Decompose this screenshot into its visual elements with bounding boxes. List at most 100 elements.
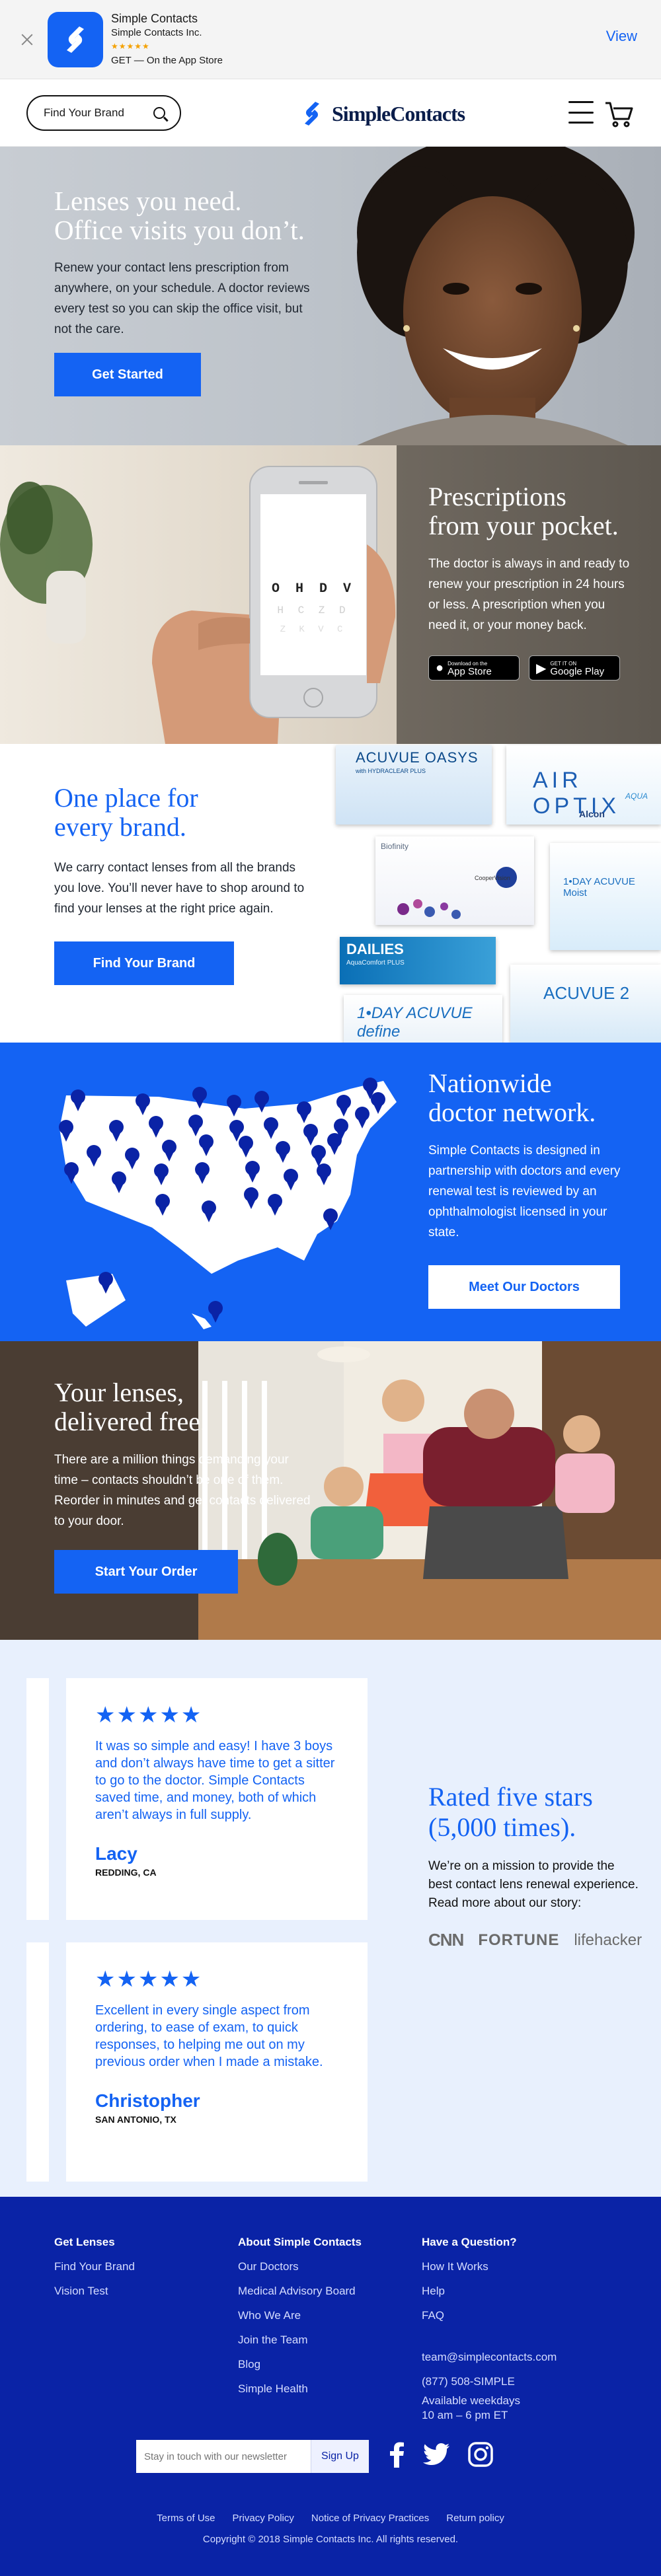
product-box-acuvue-define[interactable]: 1•DAY ACUVUE define (344, 995, 502, 1043)
legal-link[interactable]: Terms of Use (157, 2513, 215, 2524)
hero-copy: Lenses you need. Office visits you don’t… (54, 186, 319, 396)
logo-mark-icon (305, 102, 319, 126)
footer-col-question: Have a Question? How It Works Help FAQ t… (422, 2230, 557, 2423)
twitter-icon[interactable] (423, 2443, 449, 2466)
define-label: 1•DAY ACUVUE define (357, 1004, 473, 1041)
doctor-network-section: Nationwide doctor network. Simple Contac… (0, 1043, 661, 1341)
cart-icon[interactable] (604, 99, 633, 128)
reviewer-location: REDDING, CA (95, 1867, 157, 1878)
review-quote: It was so simple and easy! I have 3 boys… (95, 1739, 335, 1822)
footer-heading: About Simple Contacts (238, 2236, 362, 2248)
oasys-label: ACUVUE OASYS (356, 749, 479, 766)
legal-link[interactable]: Privacy Policy (233, 2513, 294, 2524)
acuvue2-label: ACUVUE 2 (543, 983, 630, 1003)
footer-link[interactable]: FAQ (422, 2303, 557, 2328)
delivery-title-line1: Your lenses, (54, 1378, 184, 1407)
footer-heading: Have a Question? (422, 2236, 517, 2248)
product-box-acuvue-moist[interactable]: 1•DAY ACUVUE Moist (550, 843, 661, 950)
brands-body: We carry contact lenses from all the bra… (54, 861, 305, 916)
apple-icon: ● (436, 660, 444, 675)
menu-icon[interactable] (568, 101, 594, 124)
footer-phone[interactable]: (877) 508-SIMPLE (422, 2369, 557, 2394)
legal-link[interactable]: Return policy (446, 2513, 504, 2524)
rx-body: The doctor is always in and ready to ren… (428, 557, 630, 632)
eye-chart-row-1: O H D V (271, 581, 355, 597)
footer-link[interactable]: Join the Team (238, 2328, 362, 2352)
product-box-acuvue-oasys[interactable]: ACUVUE OASYS with HYDRACLEAR PLUS (336, 745, 492, 825)
review-quote: Excellent in every single aspect from or… (95, 2003, 323, 2069)
find-your-brand-search[interactable]: Find Your Brand (26, 94, 181, 131)
product-box-dailies[interactable]: DAILIES AquaComfort PLUS (340, 937, 496, 984)
hero-section: Lenses you need. Office visits you don’t… (0, 147, 661, 445)
footer-link[interactable]: Our Doctors (238, 2254, 362, 2279)
footer-col-get-lenses: Get Lenses Find Your Brand Vision Test (54, 2230, 135, 2303)
app-store-line: GET — On the App Store (111, 54, 223, 66)
product-box-air-optix[interactable]: AIR OPTIX AQUA Alcon (506, 745, 661, 825)
reviewer-name: Lacy (95, 1843, 137, 1864)
prescriptions-section: O H D V H C Z D Z K V C Prescriptions fr… (0, 445, 661, 744)
rx-title-line2: from your pocket. (428, 511, 619, 540)
instagram-icon[interactable] (468, 2442, 493, 2467)
rated-copy: Rated five stars (5,000 times). We’re on… (428, 1782, 642, 1950)
oasys-sub-label: with HYDRACLEAR PLUS (356, 768, 426, 774)
footer-heading: Get Lenses (54, 2236, 115, 2248)
rx-title: Prescriptions from your pocket. (428, 482, 633, 540)
optix-sub-label: AQUA (625, 791, 648, 801)
footer-email-link[interactable]: team@simplecontacts.com (422, 2345, 557, 2369)
app-store-badge[interactable]: ● Download on the App Store (428, 655, 520, 681)
footer-link[interactable]: Blog (238, 2352, 362, 2376)
cnn-logo[interactable]: CNN (428, 1930, 464, 1950)
footer-hours-line1: Available weekdays (422, 2394, 520, 2407)
find-your-brand-button[interactable]: Find Your Brand (54, 941, 234, 985)
delivery-section: Your lenses, delivered free. There are a… (0, 1341, 661, 1640)
lifehacker-logo[interactable]: lifehacker (574, 1931, 642, 1950)
app-name: Simple Contacts (111, 11, 198, 25)
eye-chart: O H D V H C Z D Z K V C (260, 581, 366, 635)
footer-link[interactable]: Medical Advisory Board (238, 2279, 362, 2303)
coopervision-label: CooperVision (475, 875, 510, 881)
footer-link[interactable]: How It Works (422, 2254, 557, 2279)
hero-title-line2: Office visits you don’t. (54, 215, 305, 245)
rx-copy: Prescriptions from your pocket. The doct… (428, 482, 633, 681)
footer-link[interactable]: Vision Test (54, 2279, 135, 2303)
meet-our-doctors-button[interactable]: Meet Our Doctors (428, 1265, 620, 1309)
app-rating-stars: ★★★★★ (111, 41, 150, 51)
footer-hours-line2: 10 am – 6 pm ET (422, 2409, 508, 2421)
dailies-label: DAILIES (346, 941, 404, 957)
product-box-acuvue-2[interactable]: ACUVUE 2 (510, 965, 661, 1043)
delivery-title: Your lenses, delivered free. (54, 1378, 312, 1436)
footer-link[interactable]: Who We Are (238, 2303, 362, 2328)
get-started-button[interactable]: Get Started (54, 353, 201, 396)
brands-title-line1: One place for (54, 783, 198, 813)
close-icon[interactable] (20, 32, 34, 47)
footer-link[interactable]: Find Your Brand (54, 2254, 135, 2279)
start-your-order-button[interactable]: Start Your Order (54, 1550, 238, 1594)
google-play-badge[interactable]: ▶ GET IT ON Google Play (529, 655, 620, 681)
reviewer-name: Christopher (95, 2090, 200, 2111)
delivery-title-line2: delivered free. (54, 1407, 207, 1436)
legal-link[interactable]: Notice of Privacy Practices (311, 2513, 429, 2524)
fortune-logo[interactable]: FORTUNE (478, 1931, 559, 1950)
press-logos: CNN FORTUNE lifehacker (428, 1930, 642, 1950)
review-card: ★★★★★ It was so simple and easy! I have … (66, 1678, 368, 1920)
eye-chart-row-3: Z K V C (280, 624, 347, 635)
footer-link[interactable]: Simple Health (238, 2376, 362, 2401)
view-app-link[interactable]: View (606, 28, 637, 45)
product-box-biofinity[interactable]: Biofinity CooperVision (375, 836, 534, 925)
hero-body: Renew your contact lens prescription fro… (54, 261, 310, 336)
app-publisher: Simple Contacts Inc. (111, 26, 202, 38)
facebook-icon[interactable] (390, 2441, 405, 2468)
alcon-label: Alcon (579, 809, 605, 819)
sign-up-button[interactable]: Sign Up (311, 2440, 369, 2473)
newsletter-email-input[interactable] (136, 2440, 311, 2473)
review-accent-stripe (26, 1678, 49, 1920)
brands-title-line2: every brand. (54, 812, 186, 842)
site-footer: Get Lenses Find Your Brand Vision Test A… (0, 2197, 661, 2576)
site-logo[interactable]: SimpleContacts (297, 99, 465, 128)
footer-link[interactable]: Help (422, 2279, 557, 2303)
network-title: Nationwide doctor network. (428, 1069, 640, 1127)
reviews-section: ★★★★★ It was so simple and easy! I have … (0, 1640, 661, 2197)
rating-stars: ★★★★★ (95, 1967, 203, 1992)
reviewer-location: SAN ANTONIO, TX (95, 2114, 176, 2125)
logo-wordmark: SimpleContacts (332, 101, 465, 126)
